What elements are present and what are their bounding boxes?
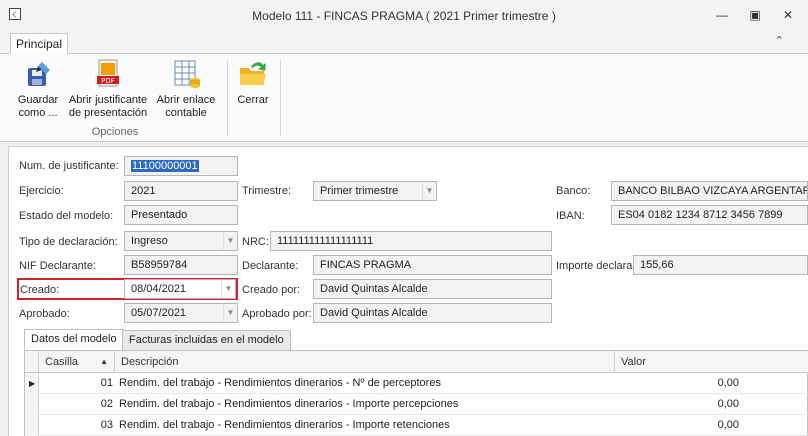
sort-ascending-icon: ▲ — [100, 357, 108, 366]
grid-header: Casilla ▲ Descripción Valor — [25, 351, 808, 373]
num-justificante-value: 11100000001 — [131, 160, 199, 172]
cell-valor: 0,00 — [717, 377, 739, 389]
svg-text:PDF: PDF — [101, 77, 115, 85]
banco-field[interactable]: BANCO BILBAO VIZCAYA ARGENTARIA — [611, 181, 808, 201]
table-row[interactable]: 03 Rendim. del trabajo - Rendimientos di… — [25, 415, 808, 436]
creado-por-label: Creado por: — [242, 284, 301, 296]
cell-valor: 0,00 — [717, 419, 739, 431]
trimestre-select[interactable]: Primer trimestre ▼ — [313, 181, 437, 201]
table-row[interactable]: 02 Rendim. del trabajo - Rendimientos di… — [25, 394, 808, 415]
tab-facturas-incluidas[interactable]: Facturas incluidas en el modelo — [122, 330, 291, 351]
save-as-icon — [28, 62, 50, 86]
table-row[interactable]: ▶ 01 Rendim. del trabajo - Rendimientos … — [25, 373, 808, 394]
num-justificante-label: Num. de justificante: — [19, 160, 119, 172]
cell-descripcion: Rendim. del trabajo - Rendimientos diner… — [119, 377, 441, 389]
open-receipt-label-2: de presentación — [68, 107, 148, 119]
estado-label: Estado del modelo: — [19, 210, 114, 222]
aprobado-value: 05/07/2021 — [131, 307, 187, 319]
open-accounting-link-button[interactable]: Abrir enlace contable — [154, 58, 218, 120]
aprobado-por-label: Aprobado por: — [242, 308, 312, 320]
open-receipt-button[interactable]: PDF Abrir justificante de presentación — [66, 58, 150, 120]
creado-value: 08/04/2021 — [131, 283, 187, 295]
ribbon-tabbar: Principal ⌃ — [0, 30, 808, 55]
iban-field[interactable]: ES04 0182 1234 8712 3456 7899 — [611, 205, 808, 225]
declarante-field[interactable]: FINCAS PRAGMA — [313, 255, 552, 275]
chevron-down-icon[interactable]: ▼ — [221, 280, 235, 298]
nrc-field[interactable]: 111111111111111111 — [270, 231, 552, 251]
cell-casilla: 02 — [100, 398, 113, 410]
column-header-valor[interactable]: Valor — [615, 351, 808, 373]
restore-icon[interactable]: ▣ — [744, 6, 766, 24]
pdf-icon: PDF — [97, 59, 119, 87]
ribbon: Guardar como ... PDF Abrir justificante … — [0, 54, 808, 142]
current-row-icon: ▶ — [29, 379, 36, 388]
chevron-down-icon[interactable]: ▼ — [422, 182, 436, 200]
cell-casilla: 01 — [100, 377, 113, 389]
importe-declarado-field[interactable]: 155,66 — [633, 255, 808, 275]
minimize-icon[interactable]: — — [711, 6, 733, 24]
nrc-label: NRC: — [242, 236, 269, 248]
accounting-link-label-2: contable — [165, 107, 207, 119]
tipo-declaracion-label: Tipo de declaración: — [19, 236, 118, 248]
column-header-descripcion[interactable]: Descripción — [115, 351, 615, 373]
close-label: Cerrar — [237, 94, 269, 106]
row-indicator — [25, 394, 39, 415]
aprobado-por-field[interactable]: David Quintas Alcalde — [313, 303, 552, 323]
group-separator-end — [280, 60, 281, 136]
save-as-label-2: como ... — [18, 107, 58, 119]
aprobado-label: Aprobado: — [19, 308, 70, 320]
data-grid: Casilla ▲ Descripción Valor ▶ 01 Rendim.… — [24, 350, 808, 436]
estado-field[interactable]: Presentado — [124, 205, 238, 225]
chevron-down-icon[interactable]: ▼ — [223, 232, 237, 250]
tipo-declaracion-value: Ingreso — [131, 235, 168, 247]
cell-descripcion: Rendim. del trabajo - Rendimientos diner… — [119, 398, 459, 410]
casilla-header-label: Casilla — [45, 356, 79, 368]
row-indicator: ▶ — [25, 373, 39, 394]
column-header-casilla[interactable]: Casilla ▲ — [39, 351, 115, 373]
creado-label: Creado: — [20, 284, 60, 296]
aprobado-date-field[interactable]: 05/07/2021 ▼ — [124, 303, 238, 323]
cell-casilla: 03 — [100, 419, 113, 431]
grid-header-indicator — [25, 351, 39, 373]
creado-por-field[interactable]: David Quintas Alcalde — [313, 279, 552, 299]
row-indicator — [25, 415, 39, 436]
cell-descripcion: Rendim. del trabajo - Rendimientos diner… — [119, 419, 450, 431]
ejercicio-label: Ejercicio: — [19, 185, 64, 197]
exit-folder-icon — [240, 62, 266, 85]
group-separator — [227, 60, 228, 136]
creado-date-field[interactable]: 08/04/2021 ▼ — [124, 279, 236, 299]
chevron-down-icon[interactable]: ▼ — [223, 304, 237, 322]
ribbon-group-label: Opciones — [91, 126, 139, 138]
trimestre-label: Trimestre: — [242, 185, 292, 197]
trimestre-value: Primer trimestre — [320, 185, 399, 197]
num-justificante-field[interactable]: 11100000001 — [124, 156, 238, 176]
declarante-label: Declarante: — [242, 260, 299, 272]
save-as-label-1: Guardar — [17, 94, 59, 106]
close-icon[interactable]: ✕ — [777, 6, 799, 24]
open-receipt-label-1: Abrir justificante — [68, 94, 148, 106]
cell-valor: 0,00 — [717, 398, 739, 410]
accounting-link-label-1: Abrir enlace — [156, 94, 216, 106]
close-button[interactable]: Cerrar — [233, 58, 273, 107]
title-bar: Modelo 111 - FINCAS PRAGMA ( 2021 Primer… — [0, 0, 808, 30]
nif-declarante-label: NIF Declarante: — [19, 260, 97, 272]
tab-datos-modelo[interactable]: Datos del modelo — [24, 329, 124, 350]
nif-declarante-field[interactable]: B58959784 — [124, 255, 238, 275]
tab-principal[interactable]: Principal — [10, 33, 68, 55]
collapse-ribbon-icon[interactable]: ⌃ — [775, 34, 784, 47]
window-title: Modelo 111 - FINCAS PRAGMA ( 2021 Primer… — [252, 9, 556, 23]
spreadsheet-icon — [174, 60, 200, 88]
banco-label: Banco: — [556, 185, 591, 197]
save-as-button[interactable]: Guardar como ... — [12, 58, 64, 120]
iban-label: IBAN: — [556, 210, 585, 222]
ejercicio-field[interactable]: 2021 — [124, 181, 238, 201]
tipo-declaracion-select[interactable]: Ingreso ▼ — [124, 231, 238, 251]
